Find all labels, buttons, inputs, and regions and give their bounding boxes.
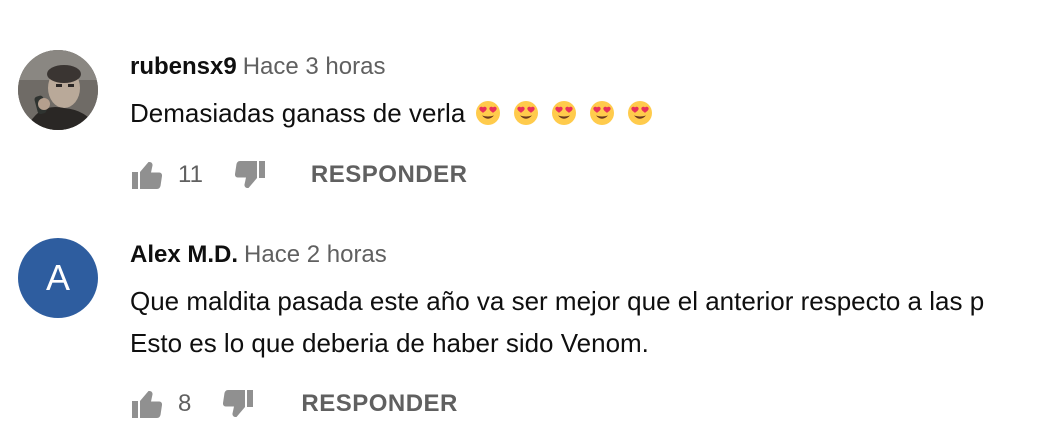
avatar[interactable]: A bbox=[18, 238, 98, 318]
heart-eyes-emoji-icon bbox=[552, 101, 577, 125]
avatar-photo-icon bbox=[18, 50, 98, 130]
avatar[interactable] bbox=[18, 50, 98, 130]
author-name[interactable]: Alex M.D. bbox=[130, 241, 238, 268]
comment-item: rubensx9 Hace 3 horas Demasiadas ganass d… bbox=[0, 0, 1040, 215]
comment-actions: 8 RESPONDER bbox=[130, 384, 458, 424]
comment-header: Alex M.D. Hace 2 horas bbox=[130, 240, 387, 270]
emoji-group bbox=[475, 100, 653, 126]
reply-button[interactable]: RESPONDER bbox=[311, 161, 468, 189]
avatar-letter: A bbox=[45, 257, 70, 298]
comment-text: Demasiadas ganass de verla bbox=[130, 92, 653, 134]
comment-text-line: Que maldita pasada este año va ser mejor… bbox=[130, 286, 985, 316]
comment-text: Que maldita pasada este año va ser mejor… bbox=[130, 280, 984, 364]
heart-eyes-emoji-icon bbox=[628, 101, 653, 125]
comment-item: A Alex M.D. Hace 2 horas Que maldita pasa… bbox=[0, 215, 1040, 434]
thumbs-up-icon bbox=[132, 162, 162, 189]
heart-eyes-emoji-icon bbox=[514, 101, 539, 125]
like-count: 8 bbox=[178, 390, 192, 417]
comment-text-content: Demasiadas ganass de verla bbox=[130, 98, 466, 128]
comment-time[interactable]: Hace 2 horas bbox=[244, 241, 387, 268]
reply-button[interactable]: RESPONDER bbox=[301, 390, 458, 418]
dislike-button[interactable] bbox=[233, 158, 267, 192]
comment-actions: 11 RESPONDER bbox=[130, 155, 467, 195]
heart-eyes-emoji-icon bbox=[590, 101, 615, 125]
dislike-button[interactable] bbox=[221, 387, 255, 421]
thumbs-down-icon bbox=[234, 161, 265, 188]
author-name[interactable]: rubensx9 bbox=[130, 53, 237, 80]
comment-time[interactable]: Hace 3 horas bbox=[243, 53, 386, 80]
like-count: 11 bbox=[178, 161, 203, 188]
like-button[interactable] bbox=[130, 158, 164, 192]
thumbs-up-icon bbox=[132, 391, 162, 418]
comment-text-line: Esto es lo que deberia de haber sido Ven… bbox=[130, 328, 649, 358]
heart-eyes-emoji-icon bbox=[476, 101, 501, 125]
thumbs-down-icon bbox=[223, 390, 254, 417]
comment-header: rubensx9 Hace 3 horas bbox=[130, 52, 385, 82]
like-button[interactable] bbox=[130, 387, 164, 421]
